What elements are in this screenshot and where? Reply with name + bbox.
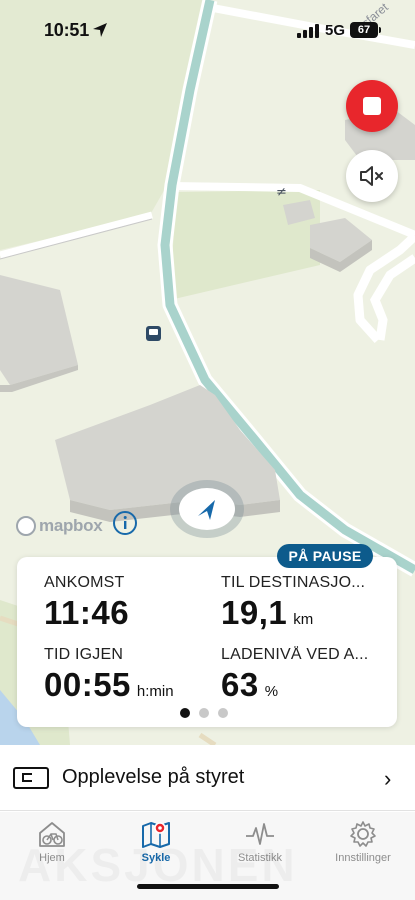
- stat-distance-to-destination: TIL DESTINASJO... 19,1 km: [221, 574, 371, 632]
- signal-icon: [297, 24, 319, 38]
- page-dot[interactable]: [199, 708, 209, 718]
- stat-label: TIL DESTINASJO...: [221, 574, 366, 591]
- home-indicator[interactable]: [137, 884, 279, 889]
- stat-value: 11:46: [44, 594, 130, 631]
- map-info-button[interactable]: [112, 510, 138, 536]
- info-icon: [113, 511, 137, 535]
- page-dot[interactable]: [218, 708, 228, 718]
- stat-value: 63%: [221, 666, 279, 703]
- cockpit-label: Opplevelse på styret: [62, 766, 245, 788]
- chevron-right-icon: ›: [384, 766, 392, 791]
- user-location-marker: [168, 478, 246, 540]
- cockpit-experience-row[interactable]: Opplevelse på styret ›: [0, 745, 415, 811]
- tab-label: Innstillinger: [335, 852, 391, 864]
- location-arrow-icon: [93, 23, 107, 37]
- stat-unit: %: [264, 683, 279, 700]
- stat-label: ANKOMST: [44, 574, 125, 591]
- battery-tip: [379, 27, 381, 33]
- stat-value: 00:55 h:min: [44, 666, 174, 703]
- speaker-muted-icon: [360, 166, 383, 186]
- paused-badge: PÅ PAUSE: [277, 544, 373, 568]
- mapbox-logo: mapbox: [16, 514, 103, 538]
- stat-time-left: TID IGJEN 00:55 h:min: [44, 646, 174, 704]
- status-bar: 10:51 5G 67: [0, 0, 415, 60]
- stat-unit: km: [293, 611, 314, 628]
- tab-settings[interactable]: Innstillinger: [323, 820, 403, 864]
- page-dot-active[interactable]: [180, 708, 190, 718]
- battery-indicator: 67: [350, 22, 378, 38]
- page-indicator[interactable]: [180, 708, 228, 718]
- stat-label: LADENIVÅ VED A...: [221, 646, 369, 663]
- handlebar-display-icon: [13, 767, 49, 789]
- stat-value: 19,1 km: [221, 594, 314, 631]
- mapbox-icon: [16, 516, 36, 536]
- stat-arrival: ANKOMST 11:46: [44, 574, 129, 632]
- gear-icon: [350, 821, 376, 847]
- mapbox-attribution: mapbox: [39, 516, 103, 535]
- svg-text:≠: ≠: [276, 185, 287, 200]
- network-type: 5G: [325, 22, 346, 39]
- stop-recording-button[interactable]: [346, 80, 398, 132]
- stat-label: TID IGJEN: [44, 646, 124, 663]
- stop-icon: [363, 97, 381, 115]
- mute-toggle-button[interactable]: [346, 150, 398, 202]
- stat-battery-at-arrival: LADENIVÅ VED A... 63%: [221, 646, 371, 704]
- stat-unit: h:min: [136, 683, 174, 700]
- status-time: 10:51: [44, 20, 90, 40]
